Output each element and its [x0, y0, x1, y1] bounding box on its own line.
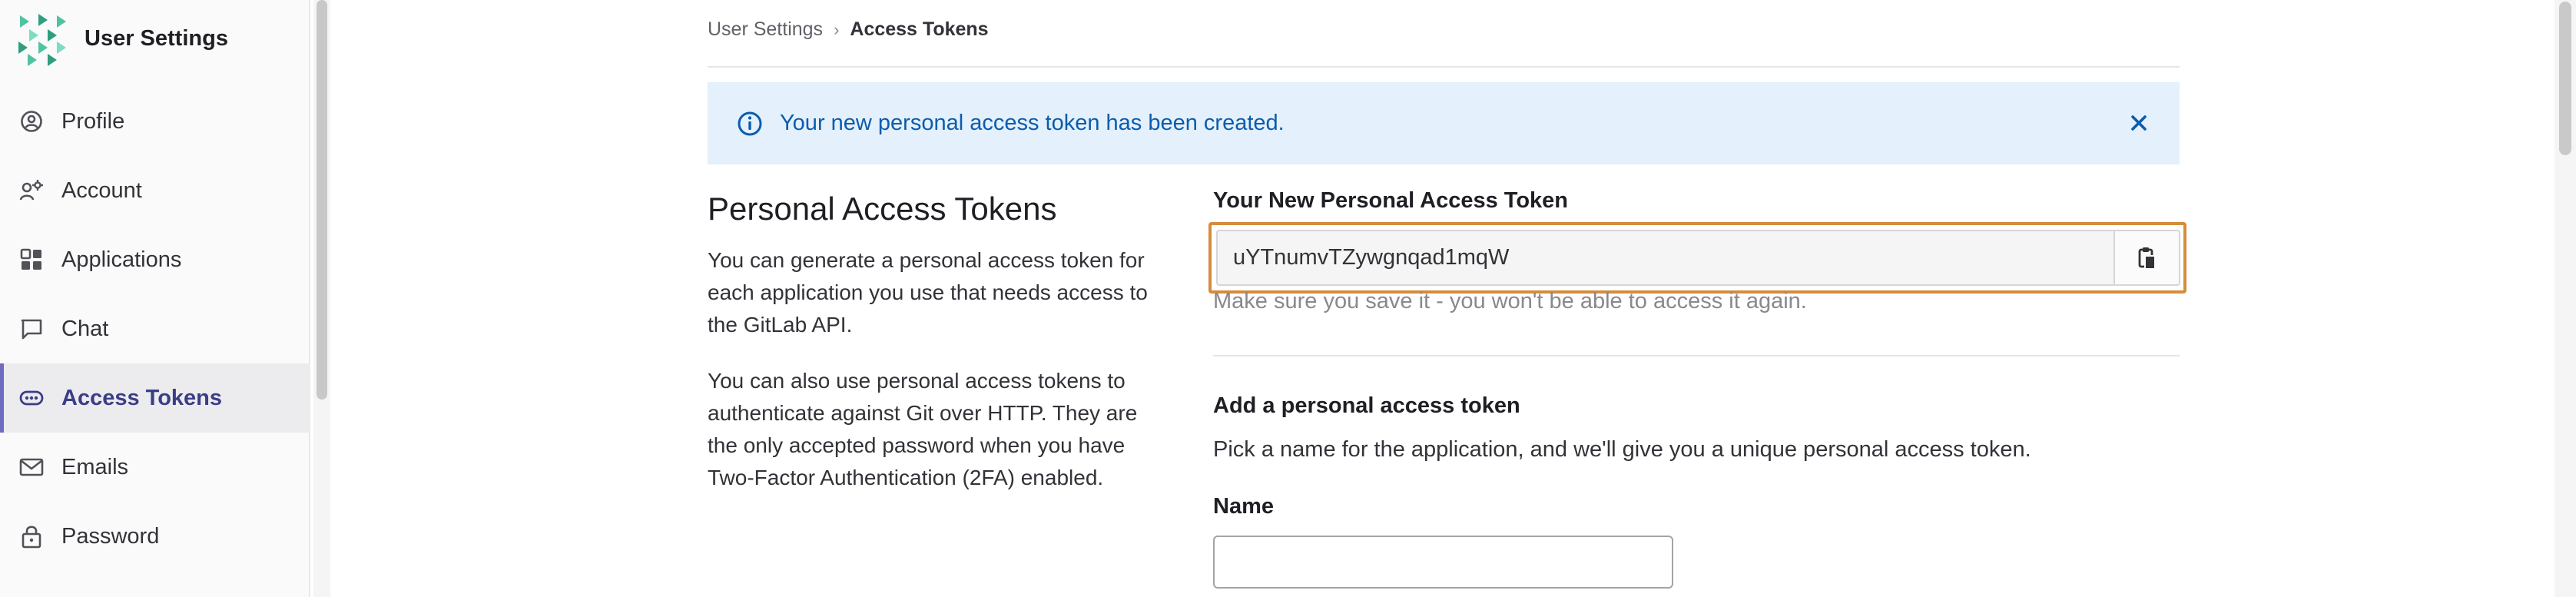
account-icon: [18, 177, 45, 204]
tanuki-logo-icon[interactable]: [12, 11, 71, 69]
name-label: Name: [1213, 494, 1274, 519]
page-title: Personal Access Tokens: [708, 191, 1057, 227]
sidebar-item-label: Emails: [61, 454, 129, 479]
sidebar-item-label: Account: [61, 177, 142, 203]
profile-icon: [18, 108, 45, 134]
sidebar-item-access-tokens[interactable]: Access Tokens: [0, 363, 310, 433]
alert-message: Your new personal access token has been …: [780, 111, 1285, 135]
sidebar-scrollbar-thumb[interactable]: [317, 0, 327, 400]
chat-icon: [18, 316, 45, 342]
success-alert: Your new personal access token has been …: [708, 82, 2180, 164]
add-token-description: Pick a name for the application, and we'…: [1213, 437, 2031, 462]
copy-token-button[interactable]: [2114, 230, 2180, 286]
app-title: User Settings: [85, 26, 228, 51]
sidebar-item-label: Password: [61, 523, 160, 549]
new-token-label: Your New Personal Access Token: [1213, 188, 1569, 213]
sidebar-item-label: Profile: [61, 108, 125, 134]
breadcrumb-parent-link[interactable]: User Settings: [708, 18, 823, 41]
breadcrumb-separator: ›: [834, 19, 840, 39]
sidebar-item-label: Access Tokens: [61, 385, 223, 410]
sidebar-item-password[interactable]: Password: [0, 502, 310, 571]
lock-icon: [18, 523, 45, 549]
sidebar-item-applications[interactable]: Applications: [0, 225, 310, 294]
token-save-hint: Make sure you save it - you won't be abl…: [1213, 289, 1807, 313]
sidebar-item-profile[interactable]: Profile: [0, 87, 310, 156]
token-name-input[interactable]: [1213, 536, 1673, 589]
page-scrollbar-thumb[interactable]: [2559, 2, 2571, 155]
sidebar-item-account[interactable]: Account: [0, 156, 310, 225]
breadcrumb-current[interactable]: Access Tokens: [850, 18, 988, 41]
section-description-2fa: You can also use personal access tokens …: [708, 369, 1138, 489]
section-divider: [1213, 355, 2180, 357]
info-icon: [738, 111, 762, 135]
new-token-group: [1208, 222, 2186, 294]
sidebar-item-emails[interactable]: Emails: [0, 433, 310, 502]
email-icon: [18, 454, 45, 480]
sidebar-item-label: Applications: [61, 247, 182, 272]
new-token-field[interactable]: [1216, 230, 2114, 286]
section-description: You can generate a personal access token…: [708, 248, 1148, 337]
breadcrumb: User Settings › Access Tokens: [708, 18, 989, 41]
applications-icon: [18, 247, 45, 273]
add-token-heading: Add a personal access token: [1213, 393, 1520, 418]
clipboard-icon: [2138, 247, 2156, 270]
token-icon: [18, 385, 45, 411]
sidebar-item-label: Chat: [61, 316, 109, 341]
sidebar-item-chat[interactable]: Chat: [0, 294, 310, 363]
breadcrumb-divider: [708, 66, 2180, 68]
sidebar: User Settings Profile Account Applicatio…: [0, 0, 310, 597]
close-icon[interactable]: [2126, 110, 2152, 136]
